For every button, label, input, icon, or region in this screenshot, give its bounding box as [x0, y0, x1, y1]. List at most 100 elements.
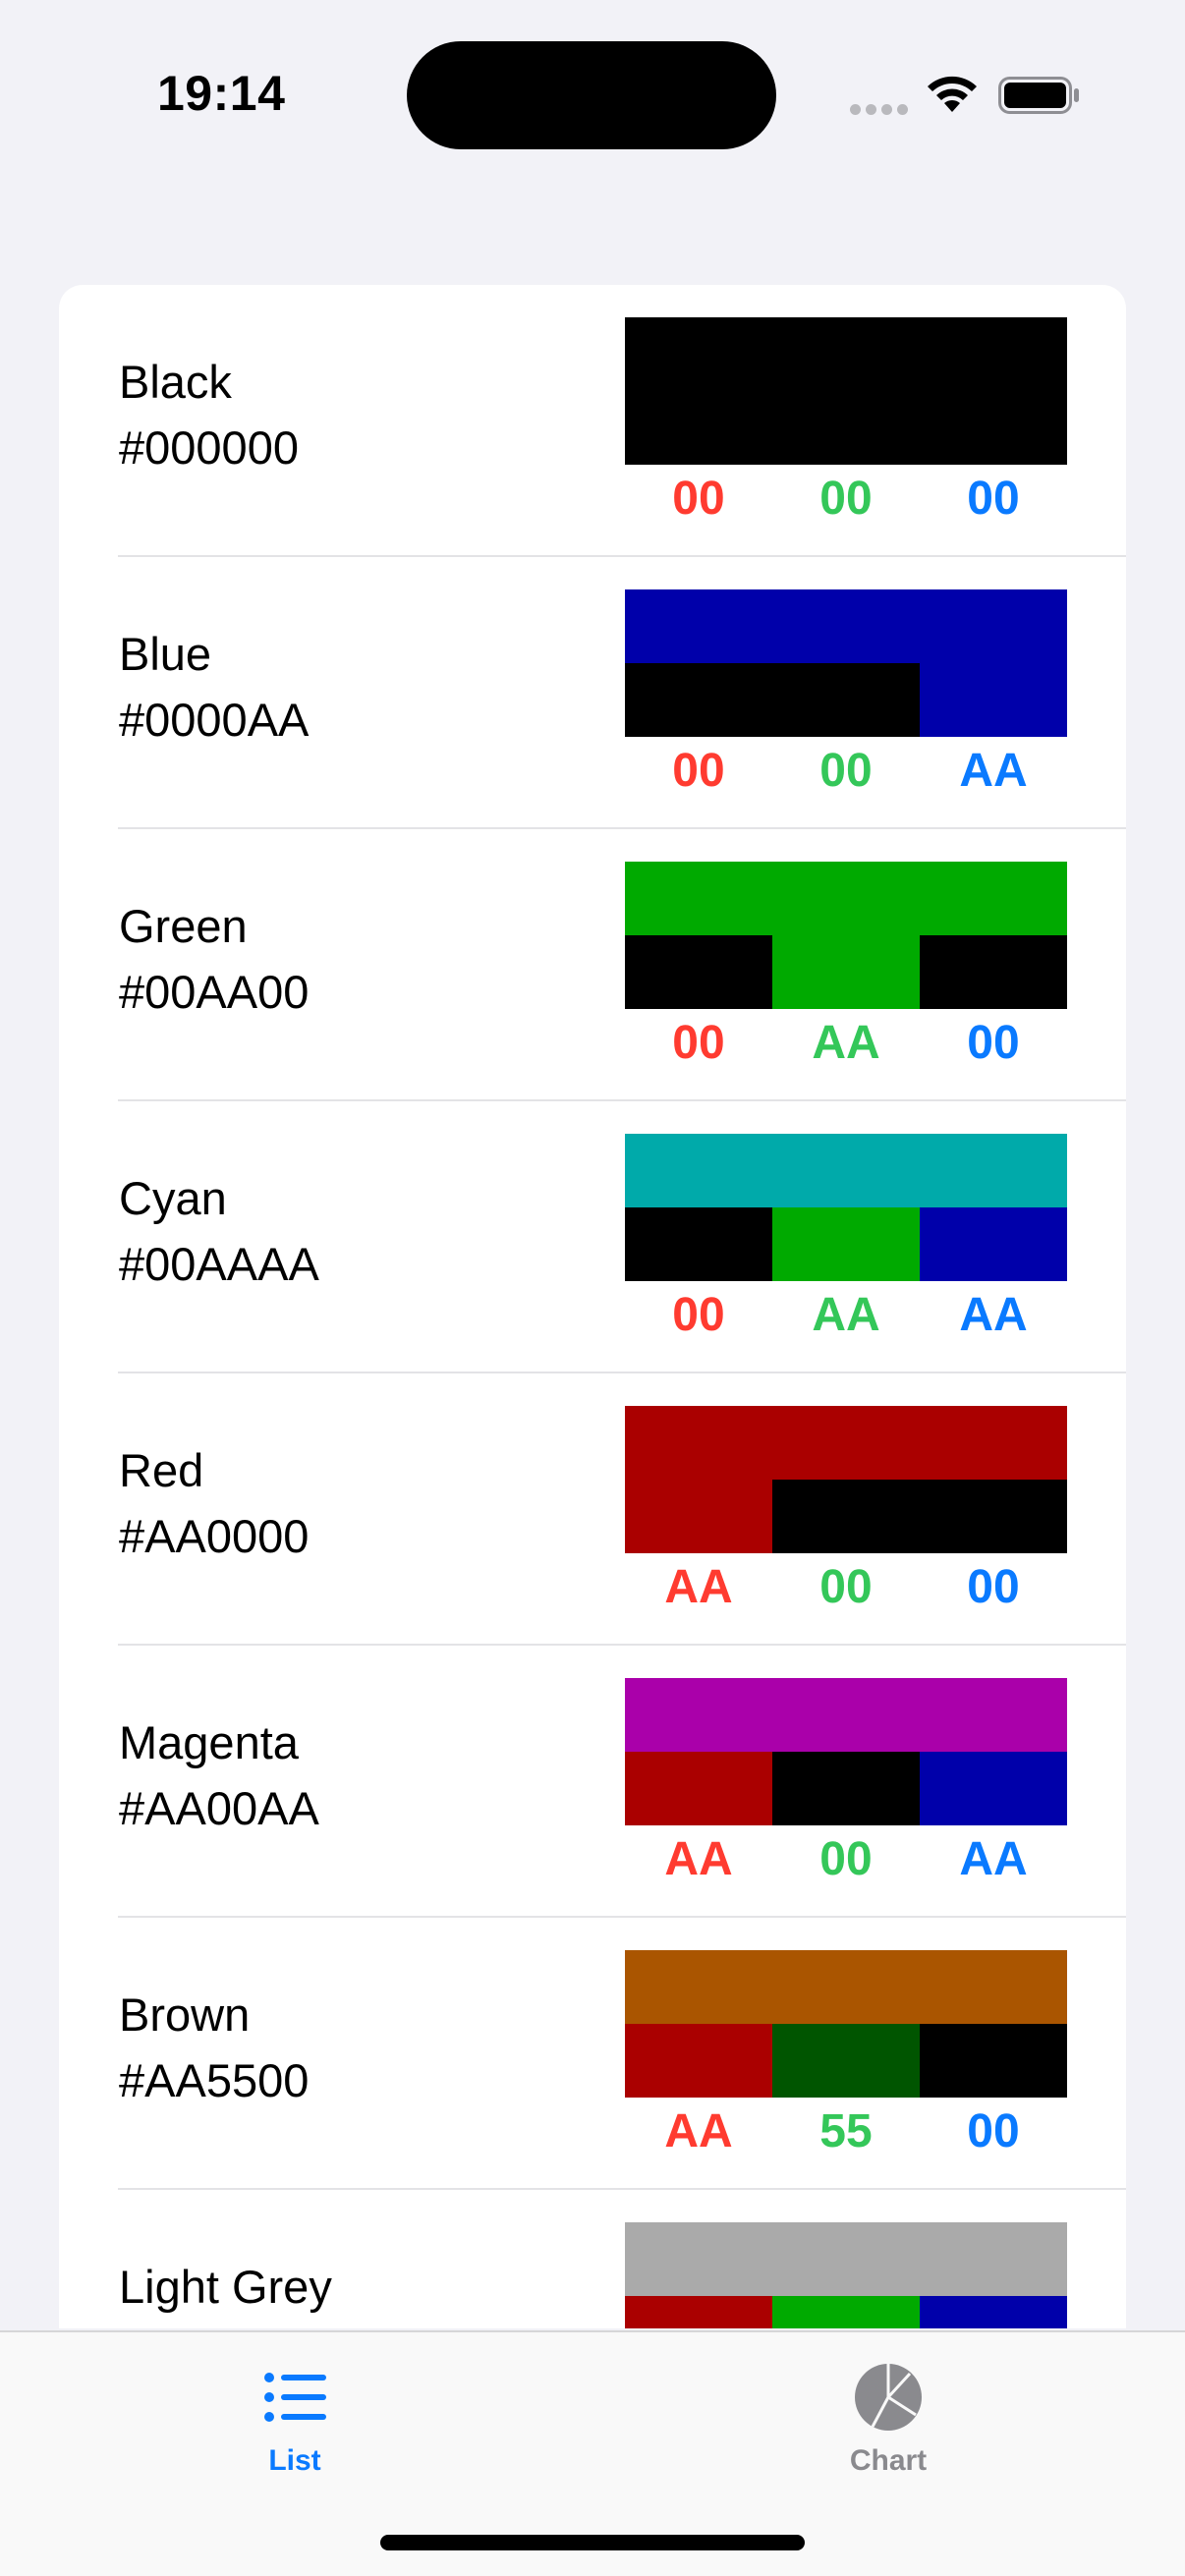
swatch-full-color [625, 589, 1067, 663]
channel-codes: 00 00 00 [625, 470, 1067, 529]
blue-code: 00 [967, 473, 1020, 525]
color-swatch [625, 589, 1067, 737]
red-code: AA [664, 1833, 733, 1885]
screen: 19:14 Black #000000 00 00 00 Blue #0000AA 00 00 A… [0, 0, 1185, 2576]
green-code: 00 [819, 1561, 873, 1613]
red-code: AA [664, 2105, 733, 2157]
swatch-red-channel [625, 1480, 772, 1553]
channel-codes: AA 00 AA [625, 1830, 1067, 1889]
swatch-green-channel [772, 1207, 920, 1281]
tab-chart[interactable]: Chart [770, 2352, 1006, 2490]
battery-icon [998, 77, 1079, 114]
color-hex: #00AAAA [119, 1238, 319, 1290]
red-code: AA [664, 1561, 733, 1613]
swatch-blue-channel [920, 935, 1067, 1009]
list-icon [264, 2373, 326, 2422]
swatch-red-channel [625, 935, 772, 1009]
swatch-green-channel [772, 935, 920, 1009]
color-swatch [625, 1134, 1067, 1281]
swatch-blue-channel [920, 663, 1067, 737]
green-code: 00 [819, 1833, 873, 1885]
list-item[interactable]: Magenta #AA00AA AA 00 AA [59, 1646, 1126, 1918]
channel-codes: 00 AA 00 [625, 1014, 1067, 1073]
blue-code: 00 [967, 1017, 1020, 1069]
swatch-red-channel [625, 2296, 772, 2328]
list-item[interactable]: Brown #AA5500 AA 55 00 [59, 1918, 1126, 2190]
blue-code: 00 [967, 2105, 1020, 2157]
swatch-blue-channel [920, 391, 1067, 465]
tab-chart-label: Chart [849, 2444, 928, 2477]
color-swatch [625, 1950, 1067, 2098]
dynamic-island [407, 41, 776, 149]
swatch-blue-channel [920, 1480, 1067, 1553]
list-item[interactable]: Blue #0000AA 00 00 AA [59, 557, 1126, 829]
swatch-red-channel [625, 1207, 772, 1281]
color-list[interactable]: Black #000000 00 00 00 Blue #0000AA 00 00 AA Green… [59, 285, 1126, 2328]
red-code: 00 [672, 473, 725, 525]
status-time: 19:14 [157, 66, 286, 121]
swatch-blue-channel [920, 2296, 1067, 2328]
swatch-full-color [625, 1950, 1067, 2024]
blue-code: AA [959, 745, 1028, 797]
color-swatch [625, 1678, 1067, 1825]
swatch-full-color [625, 1134, 1067, 1207]
color-hex: #00AA00 [119, 966, 310, 1018]
wifi-icon [928, 76, 977, 112]
swatch-green-channel [772, 1752, 920, 1825]
color-swatch [625, 317, 1067, 465]
color-name: Green [119, 900, 248, 952]
swatch-full-color [625, 2222, 1067, 2296]
swatch-blue-channel [920, 1752, 1067, 1825]
swatch-full-color [625, 862, 1067, 935]
green-code: 00 [819, 745, 873, 797]
color-hex: #AA0000 [119, 1510, 310, 1562]
color-name: Magenta [119, 1716, 299, 1768]
swatch-blue-channel [920, 2024, 1067, 2098]
list-item[interactable]: Cyan #00AAAA 00 AA AA [59, 1101, 1126, 1373]
color-name: Cyan [119, 1172, 227, 1224]
list-item[interactable]: Light Grey#AAAAAAAAAAAA [59, 2190, 1126, 2328]
color-name: Black [119, 356, 232, 408]
cellular-signal-icon [850, 104, 909, 116]
color-swatch [625, 2222, 1067, 2328]
home-indicator[interactable] [380, 2535, 805, 2550]
list-item[interactable]: Green #00AA00 00 AA 00 [59, 829, 1126, 1101]
red-code: 00 [672, 1289, 725, 1341]
swatch-red-channel [625, 1752, 772, 1825]
color-name: Red [119, 1444, 204, 1496]
swatch-full-color [625, 1678, 1067, 1752]
green-code: 55 [819, 2105, 873, 2157]
tab-list[interactable]: List [177, 2352, 413, 2490]
pie-chart-icon [855, 2364, 922, 2431]
color-hex: #000000 [119, 421, 299, 474]
color-swatch [625, 862, 1067, 1009]
list-item[interactable]: Black #000000 00 00 00 [59, 285, 1126, 557]
color-hex: #AA5500 [119, 2054, 310, 2106]
swatch-red-channel [625, 663, 772, 737]
swatch-green-channel [772, 1480, 920, 1553]
swatch-green-channel [772, 391, 920, 465]
blue-code: 00 [967, 1561, 1020, 1613]
channel-codes: AA 55 00 [625, 2102, 1067, 2161]
channel-codes: 00 AA AA [625, 1286, 1067, 1345]
color-name: Light Grey [119, 2261, 332, 2313]
color-name: Blue [119, 628, 212, 680]
tab-list-label: List [268, 2444, 321, 2477]
channel-codes: 00 00 AA [625, 742, 1067, 801]
swatch-full-color [625, 317, 1067, 391]
green-code: AA [812, 1289, 880, 1341]
swatch-green-channel [772, 2024, 920, 2098]
channel-codes: AA 00 00 [625, 1558, 1067, 1617]
swatch-full-color [625, 1406, 1067, 1480]
color-hex: #0000AA [119, 694, 310, 746]
list-item[interactable]: Red #AA0000 AA 00 00 [59, 1373, 1126, 1646]
blue-code: AA [959, 1289, 1028, 1341]
red-code: 00 [672, 1017, 725, 1069]
green-code: 00 [819, 473, 873, 525]
color-swatch [625, 1406, 1067, 1553]
color-name: Brown [119, 1988, 251, 2041]
swatch-blue-channel [920, 1207, 1067, 1281]
blue-code: AA [959, 1833, 1028, 1885]
swatch-red-channel [625, 391, 772, 465]
red-code: 00 [672, 745, 725, 797]
